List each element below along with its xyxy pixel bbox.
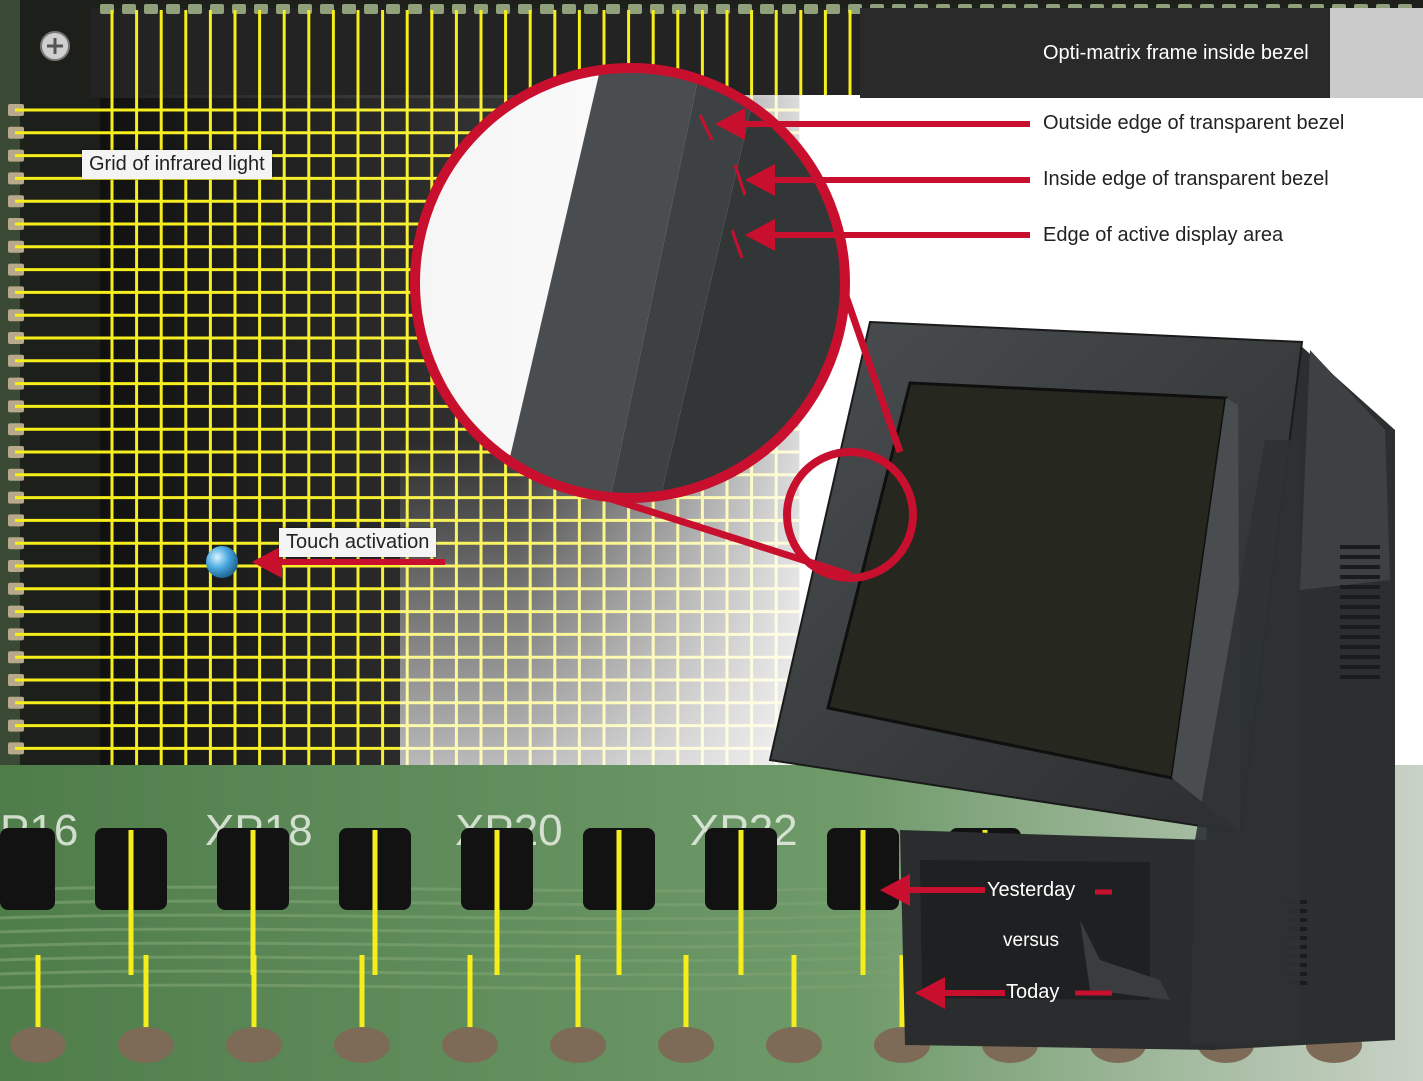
label-outside-edge: Outside edge of transparent bezel <box>1043 112 1345 134</box>
vent-slot <box>1340 595 1380 599</box>
top-pin <box>496 4 510 14</box>
frame-bar-fade <box>1330 8 1423 98</box>
receiver-component <box>10 1027 66 1063</box>
top-pin <box>562 4 576 14</box>
vent-slot <box>1340 555 1380 559</box>
vent-slot <box>1340 615 1380 619</box>
top-pin <box>122 4 136 14</box>
top-pin <box>188 4 202 14</box>
top-pin <box>606 4 620 14</box>
vent-slot <box>1340 605 1380 609</box>
top-pin <box>210 4 224 14</box>
top-pin <box>826 4 840 14</box>
vent-slot <box>1340 675 1380 679</box>
receiver-component <box>550 1027 606 1063</box>
top-pin <box>452 4 466 14</box>
vent-slot <box>1340 545 1380 549</box>
top-pin <box>782 4 796 14</box>
top-pin <box>144 4 158 14</box>
touch-point-icon <box>206 546 238 578</box>
receiver-component <box>118 1027 174 1063</box>
label-infrared-grid: Grid of infrared light <box>82 150 272 179</box>
label-inside-edge: Inside edge of transparent bezel <box>1043 168 1329 190</box>
vent-slot <box>1340 645 1380 649</box>
emitter-component <box>0 828 55 910</box>
top-pin <box>540 4 554 14</box>
receiver-component <box>442 1027 498 1063</box>
receiver-component <box>226 1027 282 1063</box>
vent-slot <box>1340 575 1380 579</box>
top-pin <box>760 4 774 14</box>
top-pin <box>364 4 378 14</box>
vent-slot <box>1340 635 1380 639</box>
top-pin <box>738 4 752 14</box>
vent-slot <box>1340 585 1380 589</box>
receiver-component <box>658 1027 714 1063</box>
receiver-component <box>766 1027 822 1063</box>
vent-slot <box>1340 625 1380 629</box>
label-today: Today <box>1006 981 1060 1003</box>
top-pin <box>804 4 818 14</box>
top-pin <box>166 4 180 14</box>
label-touch-activation: Touch activation <box>279 528 437 557</box>
vent-slot <box>1340 655 1380 659</box>
top-pin <box>584 4 598 14</box>
top-pin <box>386 4 400 14</box>
top-pin <box>408 4 422 14</box>
top-pin <box>342 4 356 14</box>
vent-slot <box>1340 565 1380 569</box>
vent-slot <box>1340 665 1380 669</box>
receiver-component <box>334 1027 390 1063</box>
label-opti-matrix-frame: Opti-matrix frame inside bezel <box>1043 42 1309 64</box>
label-yesterday: Yesterday <box>987 879 1076 901</box>
label-versus: versus <box>1003 930 1059 951</box>
label-active-area: Edge of active display area <box>1043 224 1284 246</box>
